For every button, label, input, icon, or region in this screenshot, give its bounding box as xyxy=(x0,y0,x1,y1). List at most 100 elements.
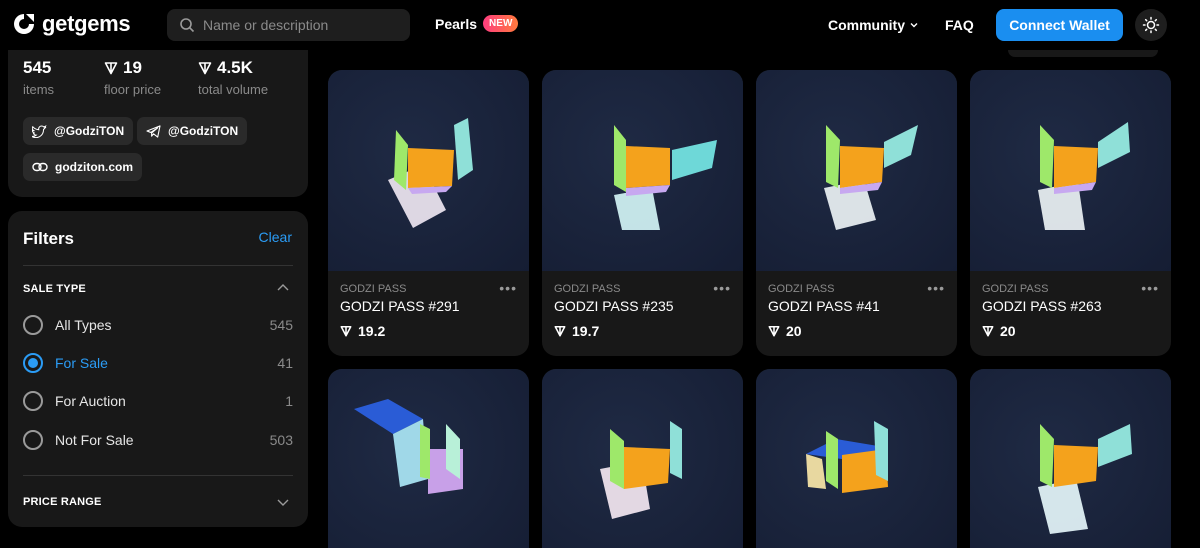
logo[interactable]: getgems xyxy=(12,11,131,37)
items-label: items xyxy=(23,82,55,97)
sale-type-title: SALE TYPE xyxy=(23,283,86,295)
search-bar[interactable] xyxy=(167,9,410,41)
card-collection: GODZI PASS xyxy=(768,283,835,295)
nft-image xyxy=(756,369,957,548)
sale-type-option-not-for-sale[interactable]: Not For Sale 503 xyxy=(23,426,293,454)
price-value: 20 xyxy=(786,323,802,339)
radio-button[interactable] xyxy=(23,391,43,411)
card-title: GODZI PASS #291 xyxy=(340,298,460,314)
nft-card[interactable] xyxy=(756,369,957,548)
nft-card[interactable] xyxy=(970,369,1171,548)
website-link[interactable]: godziton.com xyxy=(23,153,142,181)
floor-price-label: floor price xyxy=(104,82,162,97)
nft-image xyxy=(542,70,743,271)
nft-image xyxy=(756,70,957,271)
search-input[interactable] xyxy=(203,17,403,33)
nft-image xyxy=(970,70,1171,271)
filters-title: Filters xyxy=(23,229,75,248)
option-label: All Types xyxy=(55,317,112,333)
card-title: GODZI PASS #235 xyxy=(554,298,674,314)
chevron-up-icon[interactable] xyxy=(276,282,290,294)
sale-type-option-all-types[interactable]: All Types 545 xyxy=(23,311,293,339)
card-price: 19.7 xyxy=(554,323,599,339)
option-label: For Sale xyxy=(55,355,108,371)
pearls-link[interactable]: Pearls NEW xyxy=(435,15,519,32)
twitter-icon xyxy=(32,124,47,138)
card-price: 20 xyxy=(982,323,1016,339)
theme-toggle-button[interactable] xyxy=(1135,9,1167,41)
ton-icon xyxy=(104,62,118,75)
card-collection: GODZI PASS xyxy=(982,283,1049,295)
community-label: Community xyxy=(828,17,905,33)
total-volume-label: total volume xyxy=(198,82,269,97)
logo-text: getgems xyxy=(42,11,131,36)
stat-floor-price: 19 floor price xyxy=(104,58,161,97)
collection-stats-card: 545 items 19 floor price 4.5K total volu… xyxy=(8,50,308,197)
telegram-link[interactable]: @GodziTON xyxy=(137,117,248,145)
community-menu[interactable]: Community xyxy=(828,17,919,33)
sort-dropdown-edge[interactable] xyxy=(1008,50,1158,57)
faq-label: FAQ xyxy=(945,17,974,33)
more-options-icon[interactable]: ••• xyxy=(499,280,517,296)
total-volume-value: 4.5K xyxy=(198,58,268,78)
card-collection: GODZI PASS xyxy=(554,283,621,295)
price-value: 19.7 xyxy=(572,323,600,339)
option-label: For Auction xyxy=(55,393,126,409)
radio-button[interactable] xyxy=(23,430,43,450)
divider xyxy=(23,475,293,476)
nft-card[interactable]: GODZI PASS GODZI PASS #235 ••• 19.7 xyxy=(542,70,743,356)
ton-icon xyxy=(768,325,780,337)
sun-icon xyxy=(1142,16,1160,34)
website-url: godziton.com xyxy=(55,160,133,174)
filters-panel: Filters Clear SALE TYPE All Types 545 Fo… xyxy=(8,211,308,527)
connect-wallet-button[interactable]: Connect Wallet xyxy=(996,9,1123,41)
floor-price-value: 19 xyxy=(104,58,161,78)
more-options-icon[interactable]: ••• xyxy=(927,280,945,296)
nft-card[interactable] xyxy=(328,369,529,548)
price-value: 19.2 xyxy=(358,323,386,339)
card-collection: GODZI PASS xyxy=(340,283,407,295)
ton-icon xyxy=(198,62,212,75)
price-value: 20 xyxy=(1000,323,1016,339)
radio-button-checked[interactable] xyxy=(23,353,43,373)
option-count: 503 xyxy=(269,432,293,448)
stat-items: 545 items xyxy=(23,58,54,97)
nft-image xyxy=(542,369,743,548)
faq-link[interactable]: FAQ xyxy=(945,17,974,35)
nft-card[interactable]: GODZI PASS GODZI PASS #263 ••• 20 xyxy=(970,70,1171,356)
nft-card[interactable] xyxy=(542,369,743,548)
twitter-handle: @GodziTON xyxy=(54,124,125,138)
items-value: 545 xyxy=(23,58,52,77)
search-icon xyxy=(180,18,195,33)
pearls-label: Pearls xyxy=(435,15,478,32)
card-title: GODZI PASS #263 xyxy=(982,298,1102,314)
new-badge: NEW xyxy=(483,15,519,32)
option-count: 545 xyxy=(269,317,293,333)
option-count: 1 xyxy=(285,393,293,409)
chevron-down-icon[interactable] xyxy=(276,496,290,508)
nft-card[interactable]: GODZI PASS GODZI PASS #291 ••• 19.2 xyxy=(328,70,529,356)
radio-button[interactable] xyxy=(23,315,43,335)
divider xyxy=(23,265,293,266)
ton-icon xyxy=(340,325,352,337)
telegram-icon xyxy=(146,124,161,138)
nft-card[interactable]: GODZI PASS GODZI PASS #41 ••• 20 xyxy=(756,70,957,356)
floor-price-number: 19 xyxy=(123,58,142,77)
ton-icon xyxy=(554,325,566,337)
card-title: GODZI PASS #41 xyxy=(768,298,880,314)
more-options-icon[interactable]: ••• xyxy=(713,280,731,296)
card-price: 19.2 xyxy=(340,323,385,339)
nft-image xyxy=(328,70,529,271)
more-options-icon[interactable]: ••• xyxy=(1141,280,1159,296)
sale-type-option-for-auction[interactable]: For Auction 1 xyxy=(23,387,293,415)
top-navbar: getgems Pearls NEW Community FAQ Connect… xyxy=(0,0,1200,50)
price-range-title[interactable]: PRICE RANGE xyxy=(23,496,102,508)
option-label: Not For Sale xyxy=(55,432,134,448)
sale-type-option-for-sale[interactable]: For Sale 41 xyxy=(23,349,293,377)
ton-icon xyxy=(982,325,994,337)
card-price: 20 xyxy=(768,323,802,339)
clear-filters-button[interactable]: Clear xyxy=(259,229,292,245)
getgems-logo-icon xyxy=(14,14,34,34)
twitter-link[interactable]: @GodziTON xyxy=(23,117,134,145)
link-icon xyxy=(32,162,48,172)
